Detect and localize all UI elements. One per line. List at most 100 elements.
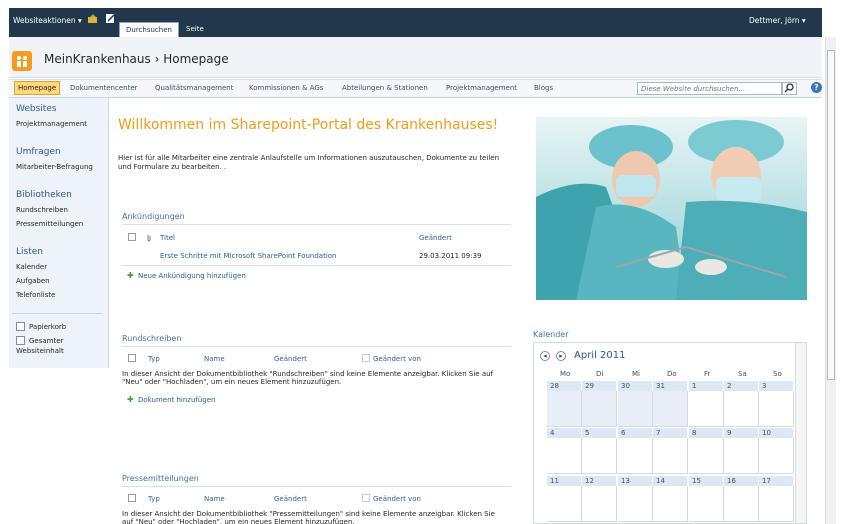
site-logo-icon[interactable] bbox=[12, 51, 32, 71]
ql-item-telefonliste[interactable]: Telefonliste bbox=[16, 291, 55, 299]
topnav-projektmanagement[interactable]: Projektmanagement bbox=[446, 84, 517, 92]
scrollbar-thumb[interactable] bbox=[827, 50, 835, 380]
tab-seite[interactable]: Seite bbox=[180, 22, 210, 37]
help-icon[interactable]: ? bbox=[811, 82, 822, 93]
tab-durchsuchen[interactable]: Durchsuchen bbox=[119, 22, 179, 37]
calendar-day-cell[interactable] bbox=[689, 391, 724, 427]
next-month-icon[interactable]: ▸ bbox=[556, 351, 566, 361]
ql-item-projektmanagement[interactable]: Projektmanagement bbox=[16, 120, 87, 128]
topnav-dokumentencenter[interactable]: Dokumentencenter bbox=[70, 84, 138, 92]
calendar-day-cell[interactable] bbox=[618, 391, 653, 427]
ql-item-mitarbeiter-befragung[interactable]: Mitarbeiter-Befragung bbox=[16, 163, 93, 171]
calendar-day-number[interactable]: 30 bbox=[618, 381, 653, 391]
calendar-day-cell[interactable] bbox=[724, 391, 759, 427]
col-name[interactable]: Name bbox=[204, 355, 225, 363]
topnav-blogs[interactable]: Blogs bbox=[534, 84, 553, 92]
pressemitteilungen-title[interactable]: Pressemitteilungen bbox=[122, 474, 199, 483]
col-typ[interactable]: Typ bbox=[148, 495, 160, 503]
calendar-day-cell[interactable] bbox=[724, 438, 759, 474]
ql-item-pressemitteilungen[interactable]: Pressemitteilungen bbox=[16, 220, 83, 228]
edit-page-icon[interactable] bbox=[105, 13, 116, 26]
calendar-day-number[interactable]: 9 bbox=[724, 428, 759, 438]
calendar-day-cell[interactable] bbox=[582, 391, 617, 427]
calendar-day-number[interactable]: 28 bbox=[547, 381, 582, 391]
calendar-day-number[interactable]: 3 bbox=[759, 381, 794, 391]
search-input[interactable] bbox=[637, 82, 782, 95]
col-geaendert-von[interactable]: Geändert von bbox=[373, 495, 421, 503]
add-document-link[interactable]: Dokument hinzufügen bbox=[138, 396, 216, 404]
calendar-day-number[interactable]: 4 bbox=[547, 428, 582, 438]
ql-heading-bibliotheken[interactable]: Bibliotheken bbox=[16, 190, 72, 200]
calendar-day-cell[interactable] bbox=[759, 391, 794, 427]
user-menu[interactable]: Dettmer, Jörn ▾ bbox=[749, 16, 806, 25]
add-announcement-link[interactable]: Neue Ankündigung hinzufügen bbox=[138, 272, 246, 280]
checked-out-icon bbox=[362, 494, 370, 502]
select-all-checkbox[interactable] bbox=[128, 494, 136, 502]
col-geaendert[interactable]: Geändert bbox=[274, 355, 307, 363]
previous-month-icon[interactable]: ◂ bbox=[540, 351, 550, 361]
calendar-day-cell[interactable] bbox=[724, 486, 759, 522]
site-title-link[interactable]: MeinKrankenhaus bbox=[44, 52, 151, 66]
calendar-day-number[interactable]: 5 bbox=[582, 428, 617, 438]
ql-heading-listen[interactable]: Listen bbox=[16, 247, 43, 257]
calendar-day-cell[interactable] bbox=[582, 486, 617, 522]
ql-item-aufgaben[interactable]: Aufgaben bbox=[16, 277, 50, 285]
col-typ[interactable]: Typ bbox=[148, 355, 160, 363]
site-actions-menu[interactable]: Websiteaktionen ▾ bbox=[13, 16, 82, 25]
page-scrollbar[interactable] bbox=[825, 37, 836, 524]
calendar-day-number[interactable]: 1 bbox=[689, 381, 724, 391]
calendar-day-number[interactable]: 13 bbox=[618, 476, 653, 486]
ql-item-rundschreiben[interactable]: Rundschreiben bbox=[16, 206, 68, 214]
calendar-day-number[interactable]: 6 bbox=[618, 428, 653, 438]
search-button[interactable] bbox=[782, 82, 797, 95]
calendar-day-number[interactable]: 14 bbox=[653, 476, 688, 486]
calendar-day-cell[interactable] bbox=[653, 391, 688, 427]
calendar-day-number[interactable]: 11 bbox=[547, 476, 582, 486]
calendar-day-cell[interactable] bbox=[759, 438, 794, 474]
announcements-title[interactable]: Ankündigungen bbox=[122, 212, 185, 221]
calendar-day-number[interactable]: 15 bbox=[689, 476, 724, 486]
col-titel[interactable]: Titel bbox=[160, 234, 175, 242]
calendar-day-cell[interactable] bbox=[618, 438, 653, 474]
col-geaendert-von[interactable]: Geändert von bbox=[373, 355, 421, 363]
ql-heading-umfragen[interactable]: Umfragen bbox=[16, 147, 61, 157]
calendar-day-number[interactable]: 10 bbox=[759, 428, 794, 438]
calendar-scrollbar[interactable] bbox=[795, 343, 806, 523]
col-name[interactable]: Name bbox=[204, 495, 225, 503]
calendar-day-number[interactable]: 31 bbox=[653, 381, 688, 391]
calendar-day-cell[interactable] bbox=[547, 391, 582, 427]
navigate-up-icon[interactable] bbox=[87, 13, 98, 26]
col-geaendert[interactable]: Geändert bbox=[419, 234, 452, 242]
calendar-day-number[interactable]: 2 bbox=[724, 381, 759, 391]
topnav-homepage[interactable]: Homepage bbox=[14, 81, 61, 95]
rundschreiben-title[interactable]: Rundschreiben bbox=[122, 334, 181, 343]
ql-item-papierkorb[interactable]: Papierkorb bbox=[29, 323, 66, 331]
col-geaendert[interactable]: Geändert bbox=[274, 495, 307, 503]
calendar-day-cell[interactable] bbox=[547, 438, 582, 474]
calendar-day-cell[interactable] bbox=[547, 486, 582, 522]
ql-heading-websites[interactable]: Websites bbox=[16, 104, 57, 114]
calendar-day-number[interactable]: 8 bbox=[689, 428, 724, 438]
calendar-day-cell[interactable] bbox=[618, 486, 653, 522]
calendar-day-cell[interactable] bbox=[689, 438, 724, 474]
ql-item-kalender[interactable]: Kalender bbox=[16, 263, 47, 271]
ql-item-all-content-2[interactable]: Websiteinhalt bbox=[16, 347, 64, 355]
calendar-day-cell[interactable] bbox=[582, 438, 617, 474]
select-all-checkbox[interactable] bbox=[128, 354, 136, 362]
topnav-qualitaetsmanagement[interactable]: Qualitätsmanagement bbox=[155, 84, 233, 92]
calendar-title[interactable]: Kalender bbox=[533, 330, 569, 339]
announcement-link[interactable]: Erste Schritte mit Microsoft SharePoint … bbox=[160, 252, 337, 260]
calendar-day-number[interactable]: 29 bbox=[582, 381, 617, 391]
calendar-day-number[interactable]: 7 bbox=[653, 428, 688, 438]
calendar-day-number[interactable]: 12 bbox=[582, 476, 617, 486]
topnav-abteilungen[interactable]: Abteilungen & Stationen bbox=[342, 84, 428, 92]
select-all-checkbox[interactable] bbox=[128, 233, 136, 241]
calendar-day-number[interactable]: 16 bbox=[724, 476, 759, 486]
calendar-day-cell[interactable] bbox=[689, 486, 724, 522]
ql-item-all-content-1[interactable]: Gesamter bbox=[29, 337, 63, 345]
topnav-kommissionen[interactable]: Kommissionen & AGs bbox=[249, 84, 323, 92]
calendar-day-number[interactable]: 17 bbox=[759, 476, 794, 486]
calendar-day-cell[interactable] bbox=[759, 486, 794, 522]
calendar-day-cell[interactable] bbox=[653, 438, 688, 474]
calendar-day-cell[interactable] bbox=[653, 486, 688, 522]
